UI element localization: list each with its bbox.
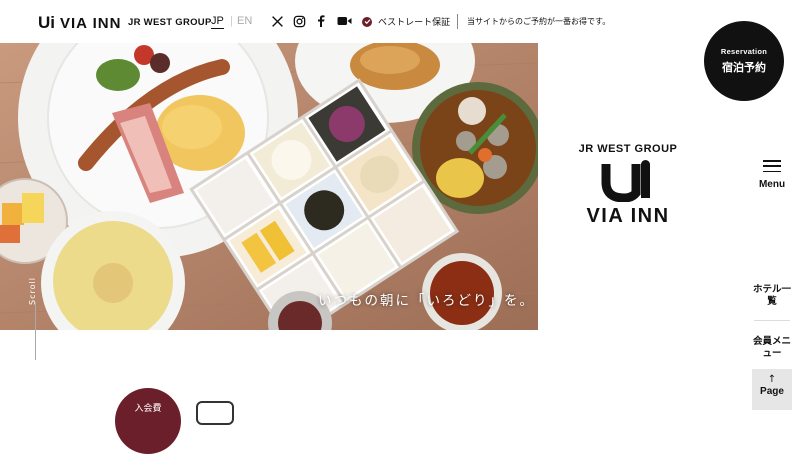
site-header: Ui VIA INN JR WEST GROUP JP | EN ベストレート保… bbox=[0, 0, 800, 43]
x-icon[interactable] bbox=[269, 13, 285, 29]
instagram-icon[interactable] bbox=[291, 13, 307, 29]
hamburger-icon bbox=[763, 160, 781, 172]
brand-name: VIA INN bbox=[586, 205, 670, 227]
lang-en-link[interactable]: EN bbox=[237, 15, 252, 27]
brand-group-name: JR WEST GROUP bbox=[578, 143, 678, 155]
booking-notice: 当サイトからのご予約が一番お得です。 bbox=[467, 17, 611, 26]
header-divider bbox=[457, 14, 458, 29]
reservation-label-ja: 宿泊予約 bbox=[722, 61, 766, 74]
arrow-up-icon: ↑ bbox=[767, 374, 777, 385]
best-rate-label: ベストレート保証 bbox=[378, 18, 451, 28]
hero-slideshow: いつもの朝に「いろどり」を。 Scroll bbox=[0, 43, 538, 330]
breakfast-photo bbox=[0, 43, 538, 330]
hotel-list-link[interactable]: ホテル一覧 bbox=[752, 284, 792, 308]
check-icon bbox=[362, 16, 372, 27]
page-top-button[interactable]: ↑ Page bbox=[752, 369, 792, 410]
join-fee-label: 入会費 bbox=[134, 404, 162, 414]
logo-mark: Ui bbox=[38, 13, 55, 32]
page-top-label: Page bbox=[760, 386, 784, 397]
reservation-button[interactable]: Reservation 宿泊予約 bbox=[704, 21, 784, 101]
header-logo[interactable]: Ui VIA INN bbox=[38, 14, 121, 32]
logo-text: VIA INN bbox=[60, 14, 122, 32]
reservation-label-en: Reservation bbox=[720, 47, 768, 56]
best-rate-link[interactable]: ベストレート保証 bbox=[362, 15, 450, 28]
member-menu-link[interactable]: 会員メニュー bbox=[752, 336, 792, 360]
scroll-label: Scroll bbox=[28, 277, 37, 305]
hero-caption: いつもの朝に「いろどり」を。 bbox=[318, 293, 535, 309]
facebook-icon[interactable] bbox=[313, 13, 329, 29]
brand-mark-icon bbox=[601, 160, 650, 202]
menu-button[interactable]: Menu bbox=[752, 160, 792, 190]
lang-separator: | bbox=[230, 15, 233, 27]
phone-icon bbox=[196, 401, 234, 425]
youtube-icon[interactable] bbox=[336, 13, 352, 29]
sidenav-divider bbox=[754, 320, 790, 321]
lang-jp-link[interactable]: JP bbox=[211, 15, 224, 29]
join-fee-badge: 入会費 bbox=[115, 388, 181, 454]
menu-label: Menu bbox=[758, 179, 786, 190]
logo-group-name: JR WEST GROUP bbox=[128, 17, 212, 28]
scroll-line bbox=[35, 302, 36, 360]
